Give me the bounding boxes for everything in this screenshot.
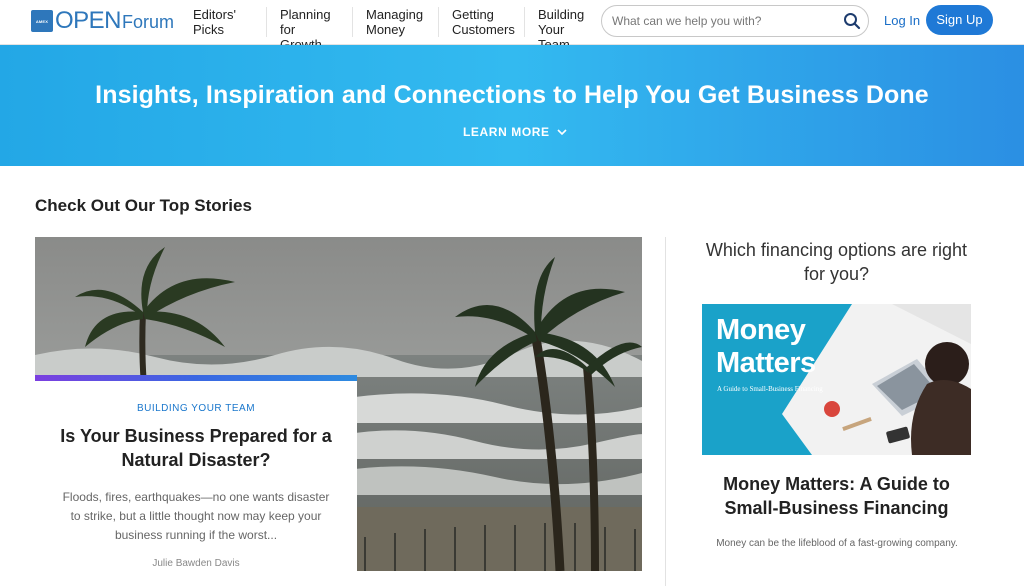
section-title: Check Out Our Top Stories xyxy=(35,196,252,215)
card-accent-bar xyxy=(35,375,357,381)
logo-open-text: OPEN xyxy=(55,7,122,34)
login-link[interactable]: Log In xyxy=(884,13,920,28)
learn-more-link[interactable]: LEARN MORE xyxy=(463,125,567,139)
amex-logo-icon: AMEX xyxy=(31,10,53,32)
nav-label-line1: Building xyxy=(538,7,585,22)
learn-more-label: LEARN MORE xyxy=(463,125,550,139)
nav-managing-money[interactable]: Managing Money xyxy=(352,7,438,37)
hero-title: Insights, Inspiration and Connections to… xyxy=(95,81,929,109)
nav-building-your-team[interactable]: Building Your Team xyxy=(524,7,610,52)
nav-getting-customers[interactable]: Getting Customers xyxy=(438,7,524,37)
main-nav: Editors' Picks Planning for Growth Manag… xyxy=(180,7,610,52)
nav-label-line1: Managing xyxy=(366,7,424,22)
feature-story-card[interactable]: BUILDING YOUR TEAM Is Your Business Prep… xyxy=(35,375,357,586)
image-subtitle: A Guide to Small-Business Financing xyxy=(717,385,823,393)
search-box xyxy=(601,5,869,37)
nav-label-line1: Planning xyxy=(280,7,331,22)
image-title-line2: Matters xyxy=(716,347,816,379)
nav-label-line1: Editors' xyxy=(193,7,236,22)
signup-button[interactable]: Sign Up xyxy=(926,5,993,35)
search-input[interactable] xyxy=(612,12,834,30)
sidebar-story-title[interactable]: Money Matters: A Guide to Small-Business… xyxy=(700,472,973,520)
hero-banner: Insights, Inspiration and Connections to… xyxy=(0,45,1024,166)
image-title-line1: Money xyxy=(716,314,806,346)
logo-forum-text: Forum xyxy=(122,12,175,32)
sidebar-story-excerpt: Money can be the lifeblood of a fast-gro… xyxy=(716,538,958,549)
story-title[interactable]: Is Your Business Prepared for a Natural … xyxy=(55,424,337,472)
nav-label-line2: Money xyxy=(366,22,406,37)
nav-editors-picks[interactable]: Editors' Picks xyxy=(180,7,266,37)
money-matters-image[interactable]: Money Matters A Guide to Small-Business … xyxy=(702,304,971,455)
nav-planning-for-growth[interactable]: Planning for Growth xyxy=(266,7,352,52)
column-divider xyxy=(665,237,666,586)
open-forum-logo[interactable]: AMEX OPEN Forum xyxy=(31,7,175,34)
story-author[interactable]: Julie Bawden Davis xyxy=(35,558,357,569)
site-header: AMEX OPEN Forum Editors' Picks Planning … xyxy=(0,0,1024,52)
chevron-down-icon xyxy=(557,128,567,135)
nav-label-line1: Getting xyxy=(452,7,494,22)
story-category-link[interactable]: BUILDING YOUR TEAM xyxy=(35,403,357,414)
nav-label-line2: Customers xyxy=(452,22,515,37)
sidebar-heading: Which financing options are right for yo… xyxy=(705,240,968,284)
story-excerpt: Floods, fires, earthquakes—no one wants … xyxy=(62,490,330,542)
nav-label-line2: Picks xyxy=(193,22,225,37)
search-icon[interactable] xyxy=(843,12,861,30)
